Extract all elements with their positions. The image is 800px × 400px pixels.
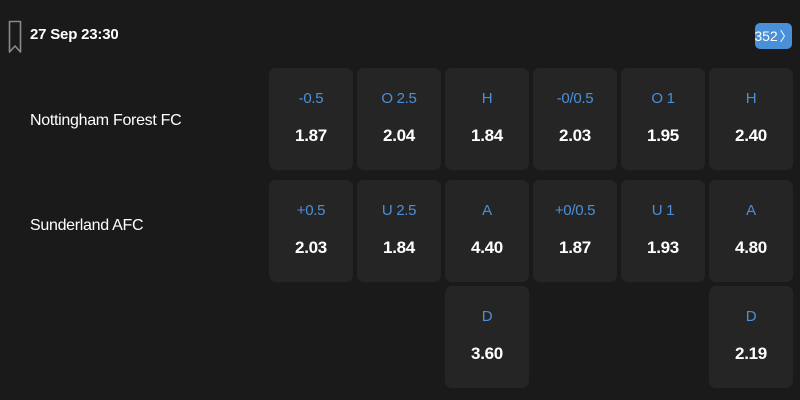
odds-cell-over-1h[interactable]: O 1 1.95 xyxy=(621,68,705,170)
odds-value: 2.03 xyxy=(295,238,327,257)
odds-value: 3.60 xyxy=(471,344,503,363)
chevron-right-icon: 〉 xyxy=(779,28,793,44)
match-card: 27 Sep 23:30 352 〉 Nottingham Forest FC … xyxy=(0,0,800,400)
odds-cell-1x2-away[interactable]: A 4.40 xyxy=(445,180,529,282)
odds-label: +0.5 xyxy=(296,202,326,219)
match-time: 27 Sep 23:30 xyxy=(30,26,119,43)
odds-cell-handicap-1h-home[interactable]: -0/0.5 2.03 xyxy=(533,68,617,170)
odds-label: D xyxy=(745,308,757,325)
bookmark-icon[interactable] xyxy=(8,20,22,54)
odds-label: D xyxy=(481,308,493,325)
odds-label: O 2.5 xyxy=(381,90,417,107)
odds-cell-under-full-time[interactable]: U 2.5 1.84 xyxy=(357,180,441,282)
odds-label: -0/0.5 xyxy=(556,90,594,107)
odds-value: 2.40 xyxy=(735,126,767,145)
home-team-name: Nottingham Forest FC xyxy=(30,112,182,129)
odds-value: 4.40 xyxy=(471,238,503,257)
odds-cell-handicap-1h-away[interactable]: +0/0.5 1.87 xyxy=(533,180,617,282)
odds-value: 1.87 xyxy=(559,238,591,257)
odds-cell-1x2-1h-draw[interactable]: D 2.19 xyxy=(709,286,793,388)
odds-value: 2.19 xyxy=(735,344,767,363)
odds-value: 1.87 xyxy=(295,126,327,145)
more-markets-count: 352 xyxy=(754,28,778,44)
odds-label: U 1 xyxy=(651,202,675,219)
odds-cell-over-full-time[interactable]: O 2.5 2.04 xyxy=(357,68,441,170)
odds-label: U 2.5 xyxy=(381,202,417,219)
odds-label: H xyxy=(481,90,493,107)
odds-value: 2.03 xyxy=(559,126,591,145)
more-markets-button[interactable]: 352 〉 xyxy=(754,23,793,49)
odds-value: 1.95 xyxy=(647,126,679,145)
odds-value: 1.84 xyxy=(471,126,503,145)
odds-value: 4.80 xyxy=(735,238,767,257)
odds-cell-1x2-draw[interactable]: D 3.60 xyxy=(445,286,529,388)
odds-cell-handicap-away[interactable]: +0.5 2.03 xyxy=(269,180,353,282)
odds-cell-handicap-home[interactable]: -0.5 1.87 xyxy=(269,68,353,170)
odds-cell-1x2-home[interactable]: H 1.84 xyxy=(445,68,529,170)
odds-cell-under-1h[interactable]: U 1 1.93 xyxy=(621,180,705,282)
odds-label: A xyxy=(482,202,492,219)
odds-value: 2.04 xyxy=(383,126,415,145)
odds-label: -0.5 xyxy=(298,90,324,107)
odds-cell-1x2-1h-home[interactable]: H 2.40 xyxy=(709,68,793,170)
odds-value: 1.84 xyxy=(383,238,415,257)
odds-label: A xyxy=(746,202,756,219)
odds-cell-1x2-1h-away[interactable]: A 4.80 xyxy=(709,180,793,282)
away-team-name: Sunderland AFC xyxy=(30,217,144,234)
odds-label: O 1 xyxy=(651,90,675,107)
odds-value: 1.93 xyxy=(647,238,679,257)
odds-label: H xyxy=(745,90,757,107)
odds-label: +0/0.5 xyxy=(554,202,596,219)
